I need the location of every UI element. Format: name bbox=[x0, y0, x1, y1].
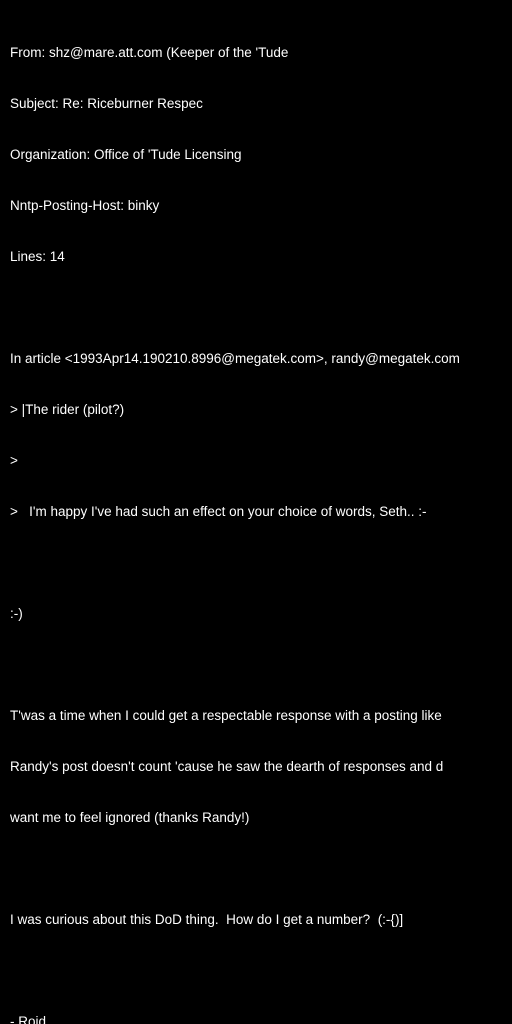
nntp-posting-host-header: Nntp-Posting-Host: binky bbox=[10, 198, 160, 213]
body-text-line: I was curious about this DoD thing. How … bbox=[10, 912, 404, 927]
body-text-line: Randy's post doesn't count 'cause he saw… bbox=[10, 759, 444, 774]
smiley-line: :-) bbox=[10, 606, 23, 621]
quoted-line: > bbox=[10, 453, 18, 468]
from-header: From: shz@mare.att.com (Keeper of the 'T… bbox=[10, 45, 289, 60]
quoted-line: > |The rider (pilot?) bbox=[10, 402, 125, 417]
organization-header: Organization: Office of 'Tude Licensing bbox=[10, 147, 242, 162]
body-text-line: want me to feel ignored (thanks Randy!) bbox=[10, 810, 250, 825]
email-document: From: shz@mare.att.com (Keeper of the 'T… bbox=[10, 10, 512, 1024]
attribution-line: In article <1993Apr14.190210.8996@megate… bbox=[10, 351, 460, 366]
lines-header: Lines: 14 bbox=[10, 249, 65, 264]
body-text-line: T'was a time when I could get a respecta… bbox=[10, 708, 442, 723]
subject-header: Subject: Re: Riceburner Respec bbox=[10, 96, 203, 111]
signature-line: - Roid bbox=[10, 1014, 47, 1024]
